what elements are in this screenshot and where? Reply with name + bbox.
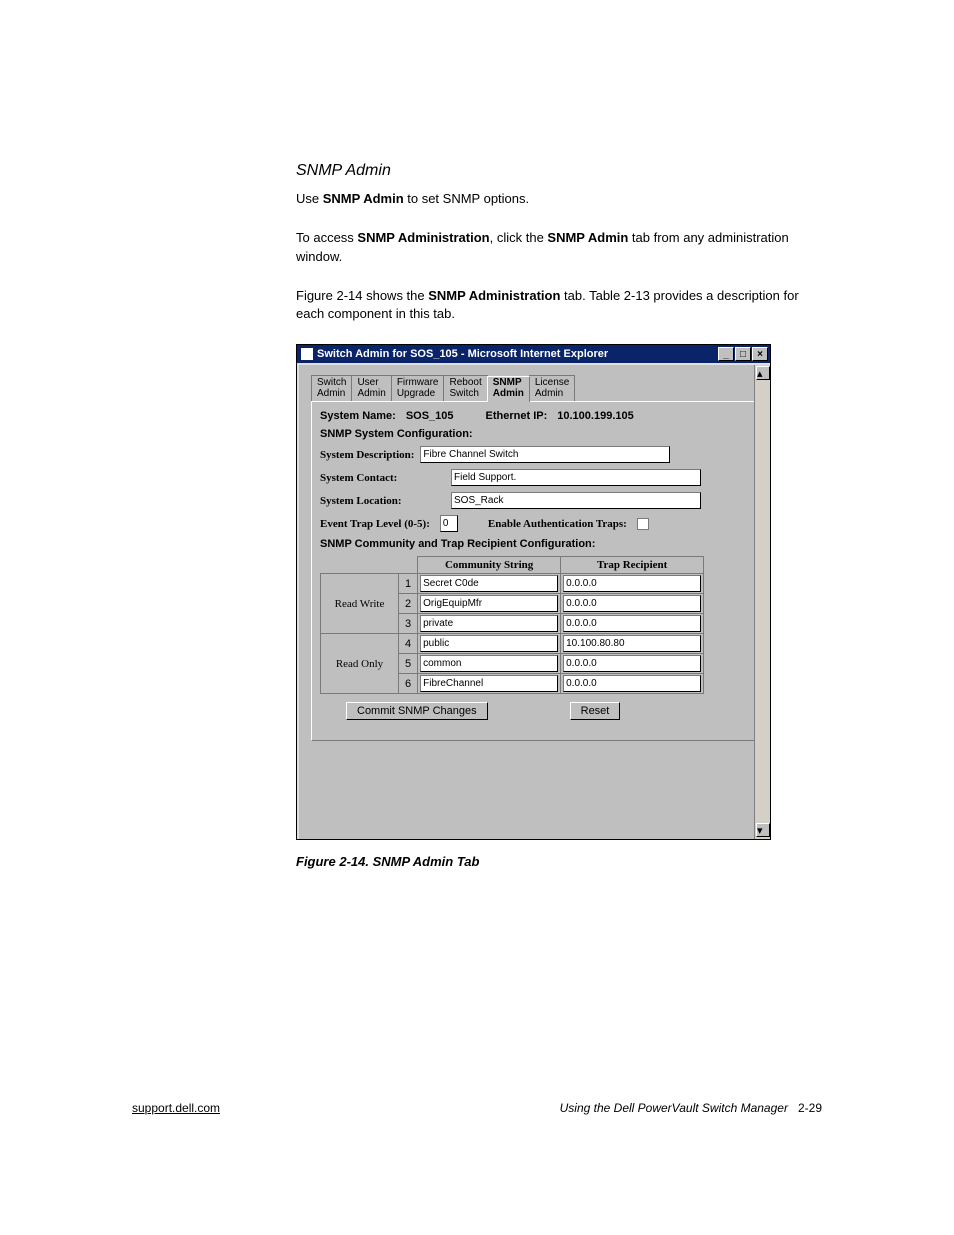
page-footer: support.dell.com Using the Dell PowerVau…: [132, 1101, 822, 1115]
tab-strip: Switch Admin User Admin Firmware Upgrade…: [311, 375, 758, 401]
footer-page-number: 2-29: [798, 1101, 822, 1115]
read-only-label: Read Only: [321, 634, 399, 694]
system-description-input[interactable]: [420, 446, 670, 463]
tab-label: Admin: [535, 388, 563, 399]
community-string-input[interactable]: [420, 615, 558, 632]
system-description-label: System Description:: [320, 449, 414, 461]
col-community-header: Community String: [418, 557, 561, 574]
window-client-area: ▴ ▾ Switch Admin User Admin Firmware Upg…: [297, 363, 770, 839]
row-num: 6: [399, 674, 418, 694]
scroll-down-arrow-icon[interactable]: ▾: [756, 823, 770, 837]
table-row: Read Only 4: [321, 634, 704, 654]
enable-auth-traps-checkbox[interactable]: [637, 518, 649, 530]
window-title: Switch Admin for SOS_105 - Microsoft Int…: [317, 348, 608, 360]
tab-label: License: [535, 377, 569, 388]
p2-pre: To access: [296, 230, 357, 245]
ie-page-icon: [301, 348, 313, 360]
tab-label: Firmware: [397, 377, 439, 388]
p1-bold: SNMP Admin: [323, 191, 404, 206]
tab-label: User: [357, 377, 378, 388]
trap-recipient-input[interactable]: [563, 635, 701, 652]
row-num: 5: [399, 654, 418, 674]
trap-recipient-input[interactable]: [563, 675, 701, 692]
p3-pre: Figure 2-14 shows the: [296, 288, 428, 303]
community-string-input[interactable]: [420, 675, 558, 692]
community-string-input[interactable]: [420, 635, 558, 652]
section-heading: SNMP Admin: [296, 162, 822, 180]
tab-panel-snmp: System Name: SOS_105 Ethernet IP: 10.100…: [311, 401, 758, 741]
admin-window: Switch Admin for SOS_105 - Microsoft Int…: [296, 344, 771, 840]
trap-recipient-input[interactable]: [563, 655, 701, 672]
system-name-label: System Name:: [320, 410, 396, 422]
close-button[interactable]: ×: [752, 347, 768, 361]
footer-url: support.dell.com: [132, 1101, 220, 1115]
system-location-input[interactable]: [451, 492, 701, 509]
tab-label: Upgrade: [397, 388, 435, 399]
row-num: 3: [399, 614, 418, 634]
system-contact-label: System Contact:: [320, 472, 445, 484]
p2-mid: , click the: [490, 230, 548, 245]
figure-caption: Figure 2-14. SNMP Admin Tab: [296, 854, 822, 869]
system-contact-input[interactable]: [451, 469, 701, 486]
tab-reboot-switch[interactable]: Reboot Switch: [443, 375, 487, 401]
community-table: Community String Trap Recipient Read Wri…: [320, 556, 704, 694]
p1-pre: Use: [296, 191, 323, 206]
p2-bold1: SNMP Administration: [357, 230, 489, 245]
window-titlebar[interactable]: Switch Admin for SOS_105 - Microsoft Int…: [297, 345, 770, 363]
tab-firmware-upgrade[interactable]: Firmware Upgrade: [391, 375, 445, 401]
trap-recipient-input[interactable]: [563, 595, 701, 612]
row-num: 2: [399, 594, 418, 614]
community-string-input[interactable]: [420, 595, 558, 612]
read-write-label: Read Write: [321, 574, 399, 634]
table-row: Read Write 1: [321, 574, 704, 594]
event-trap-level-input[interactable]: [440, 515, 458, 532]
community-config-header: SNMP Community and Trap Recipient Config…: [320, 538, 749, 550]
reset-button[interactable]: Reset: [570, 702, 621, 720]
system-name-value: SOS_105: [406, 410, 454, 422]
tab-user-admin[interactable]: User Admin: [351, 375, 391, 401]
enable-auth-traps-label: Enable Authentication Traps:: [488, 518, 627, 530]
tab-label: Switch: [317, 377, 346, 388]
tab-switch-admin[interactable]: Switch Admin: [311, 375, 352, 401]
tab-snmp-admin[interactable]: SNMP Admin: [487, 376, 530, 402]
p3-bold: SNMP Administration: [428, 288, 560, 303]
footer-doc-title: Using the Dell PowerVault Switch Manager: [560, 1101, 788, 1115]
community-string-input[interactable]: [420, 655, 558, 672]
tab-label: Admin: [317, 388, 345, 399]
row-num: 4: [399, 634, 418, 654]
ethernet-ip-value: 10.100.199.105: [557, 410, 633, 422]
ethernet-ip-label: Ethernet IP:: [486, 410, 548, 422]
p1-post: to set SNMP options.: [404, 191, 530, 206]
trap-recipient-input[interactable]: [563, 575, 701, 592]
paragraph-1: Use SNMP Admin to set SNMP options.: [296, 190, 822, 209]
community-string-input[interactable]: [420, 575, 558, 592]
tab-label: Admin: [493, 388, 524, 399]
vertical-scrollbar[interactable]: ▴ ▾: [754, 365, 770, 839]
scroll-up-arrow-icon[interactable]: ▴: [756, 366, 770, 380]
p2-bold2: SNMP Admin: [547, 230, 628, 245]
tab-label: Admin: [357, 388, 385, 399]
snmp-config-header: SNMP System Configuration:: [320, 428, 749, 440]
paragraph-3: Figure 2-14 shows the SNMP Administratio…: [296, 287, 822, 325]
tab-license-admin[interactable]: License Admin: [529, 375, 575, 401]
event-trap-level-label: Event Trap Level (0-5):: [320, 518, 430, 530]
minimize-button[interactable]: _: [718, 347, 734, 361]
maximize-button[interactable]: □: [735, 347, 751, 361]
tab-label: SNMP: [493, 377, 522, 388]
tab-label: Reboot: [449, 377, 481, 388]
row-num: 1: [399, 574, 418, 594]
system-location-label: System Location:: [320, 495, 445, 507]
col-trap-header: Trap Recipient: [561, 557, 704, 574]
paragraph-2: To access SNMP Administration, click the…: [296, 229, 822, 267]
tab-label: Switch: [449, 388, 478, 399]
trap-recipient-input[interactable]: [563, 615, 701, 632]
commit-snmp-button[interactable]: Commit SNMP Changes: [346, 702, 488, 720]
